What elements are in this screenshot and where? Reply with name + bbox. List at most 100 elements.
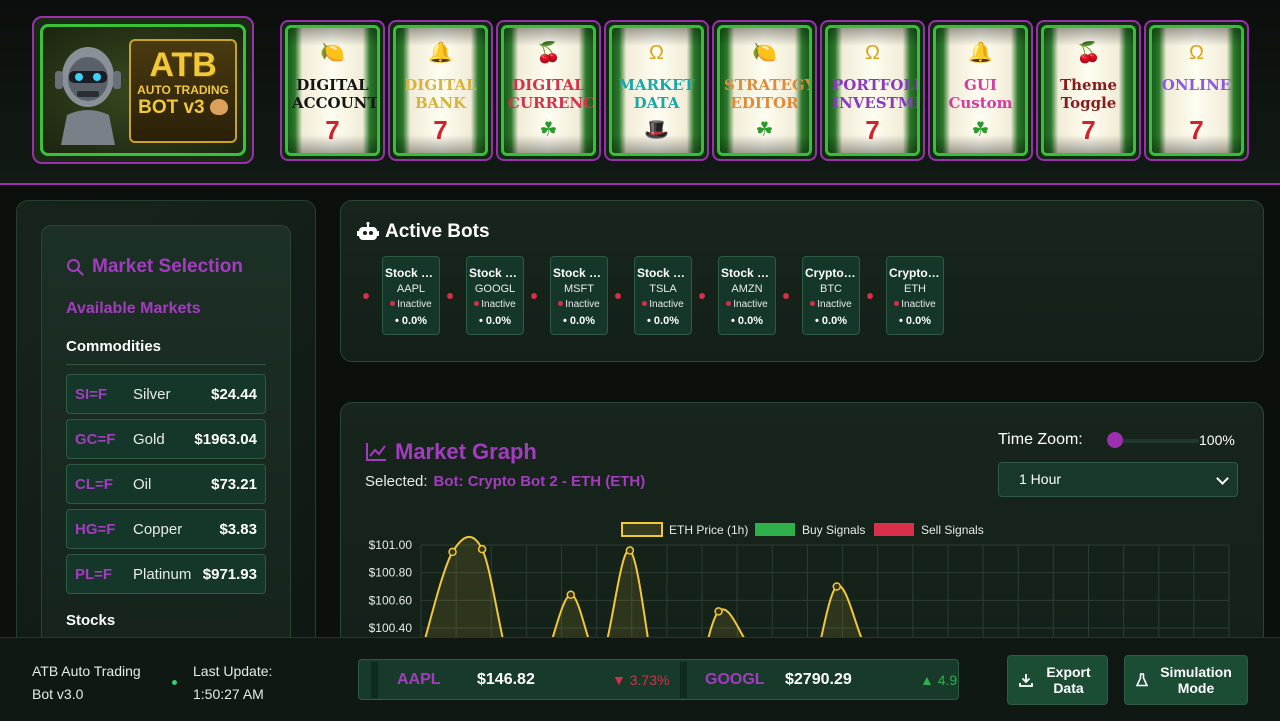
market-item[interactable]: SI=F Silver $24.44 [66,374,266,414]
reel-frame: Ω ONLINE 7 [1149,25,1244,156]
ticker-separator [680,662,687,698]
market-name: Platinum [133,565,192,583]
market-graph-label: Market Graph [395,439,537,464]
reel-symbol-icon: ☘ [539,119,558,141]
reel-frame: Ω MARKET DATA 🎩 [609,25,704,156]
market-name: Oil [133,475,152,493]
logo-version: BOT v3 [138,97,205,118]
market-selection-title: Market Selection [66,256,243,278]
category-divider [66,364,266,365]
reel-module-button[interactable]: Ω PORTFOLIO INVESTMENTS7 [820,20,925,161]
bot-performance: • 0.0% [563,315,595,327]
export-data-button[interactable]: Export Data [1007,655,1108,705]
reel-module-button[interactable]: 🔔 GUI Custom ☘ [928,20,1033,161]
app-name-line1: ATB Auto Trading [32,663,141,679]
simulation-mode-button[interactable]: Simulation Mode [1124,655,1248,705]
chevron-down-icon [1216,472,1229,485]
bot-status: Inactive [635,298,691,312]
market-graph-title: Market Graph [365,439,537,465]
reel-frame: 🔔 DIGITAL BANK 7 [393,25,488,156]
app-name-line2: Bot v3.0 [32,686,84,702]
reel-symbol-icon: 7 [325,115,340,145]
market-price: $3.83 [219,520,257,538]
ticker-item: AAPL $146.82 ▼ 3.73% [397,660,669,699]
last-update-time: 1:50:27 AM [193,686,264,702]
market-item[interactable]: HG=F Copper $3.83 [66,509,266,549]
ticker-separator [371,662,378,698]
reel-module-button[interactable]: 🍋 STRATEGY EDITOR ☘ [712,20,817,161]
y-tick-label: $100.40 [369,621,413,635]
market-item[interactable]: CL=F Oil $73.21 [66,464,266,504]
bot-card[interactable]: Stock Bot AAPL Inactive • 0.0% [382,256,440,335]
reel-module-button[interactable]: 🍒 DIGITAL CURRENCY ☘ [496,20,601,161]
reel-module-button[interactable]: 🍒 Theme Toggle 7 [1036,20,1141,161]
bot-status-label: Inactive [649,299,684,310]
market-name: Silver [133,385,171,403]
bot-status-label: Inactive [565,299,600,310]
inactive-dot [474,301,480,306]
price-ticker: AAPL $146.82 ▼ 3.73% GOOGL $2790.29 ▲ 4.… [358,659,959,700]
reel-module-button[interactable]: 🔔 DIGITAL BANK 7 [388,20,493,161]
inactive-dot [810,301,816,306]
app-logo[interactable]: ATB AUTO TRADING BOT v3 [32,16,254,164]
bot-card[interactable]: Crypto Bot ETH Inactive • 0.0% [886,256,944,335]
reel-symbol-icon: 7 [1081,115,1096,145]
reel-label: PORTFOLIO INVESTMENTS [832,76,917,112]
ticker-price: $146.82 [477,670,535,688]
market-symbol: CL=F [75,475,113,493]
reel-symbol-icon: 7 [865,115,880,145]
legend-label: ETH Price (1h) [669,523,748,537]
robot-icon [357,222,379,240]
logo-plate: ATB AUTO TRADING BOT v3 [129,39,237,143]
bot-card[interactable]: Crypto Bot BTC Inactive • 0.0% [802,256,860,335]
bot-status: Inactive [551,298,607,312]
reel-module-button[interactable]: 🍋 DIGITAL ACCOUNT 7 [280,20,385,161]
reel-module-button[interactable]: Ω ONLINE 7 [1144,20,1249,161]
logo-subtitle: AUTO TRADING [137,83,229,97]
data-point [566,590,576,600]
market-selection-label: Market Selection [92,256,243,277]
market-item[interactable]: GC=F Gold $1963.04 [66,419,266,459]
flask-icon [1136,673,1148,687]
bot-status-label: Inactive [901,299,936,310]
timeframe-selected: 1 Hour [1019,471,1062,487]
ticker-change: ▼ 3.73% [612,671,670,688]
bot-symbol: GOOGL [474,283,516,295]
reel-module-button[interactable]: Ω MARKET DATA 🎩 [604,20,709,161]
market-price: $1963.04 [194,430,257,448]
reel-symbol-icon: 🍒 [1076,42,1101,64]
connection-status-dot [172,680,177,685]
inactive-dot [726,301,732,306]
reel-label: STRATEGY EDITOR [724,76,812,112]
data-point [448,547,457,557]
bot-card[interactable]: Stock Bot TSLA Inactive • 0.0% [634,256,692,335]
bot-card[interactable]: Stock Bot MSFT Inactive • 0.0% [550,256,608,335]
reel-symbol-icon: 🎩 [644,119,669,141]
market-item[interactable]: PL=F Platinum $971.93 [66,554,266,594]
bot-name: Stock Bot [385,266,439,280]
bot-status: Inactive [383,298,439,312]
reel-label: GUI Custom [948,76,1013,112]
bot-symbol: AAPL [396,283,426,295]
active-bots-label: Active Bots [385,221,490,242]
y-tick-label: $101.00 [369,538,413,552]
reel-symbol-icon: ☘ [755,119,774,141]
bot-symbol: ETH [904,283,926,295]
time-zoom-slider[interactable] [1111,439,1199,443]
y-tick-label: $100.60 [369,593,413,607]
timeframe-select[interactable]: 1 Hour [998,462,1238,497]
bot-card[interactable]: Stock Bot AMZN Inactive • 0.0% [718,256,776,335]
bot-status-dot [783,293,789,299]
bot-performance: • 0.0% [395,315,427,327]
market-price: $24.44 [211,385,257,403]
legend-swatch [755,523,795,536]
simulation-mode-label: Simulation Mode [1160,664,1232,696]
inactive-dot [558,301,564,306]
reel-symbol-icon: ☘ [971,119,990,141]
export-data-label: Export Data [1046,664,1091,696]
time-zoom-thumb[interactable] [1107,432,1123,448]
bot-status-dot [531,293,537,299]
selected-label: Selected: [365,473,428,490]
bot-card[interactable]: Stock Bot GOOGL Inactive • 0.0% [466,256,524,335]
header-bar: ATB AUTO TRADING BOT v3 🍋 DIGITAL ACCOUNT… [0,0,1280,185]
